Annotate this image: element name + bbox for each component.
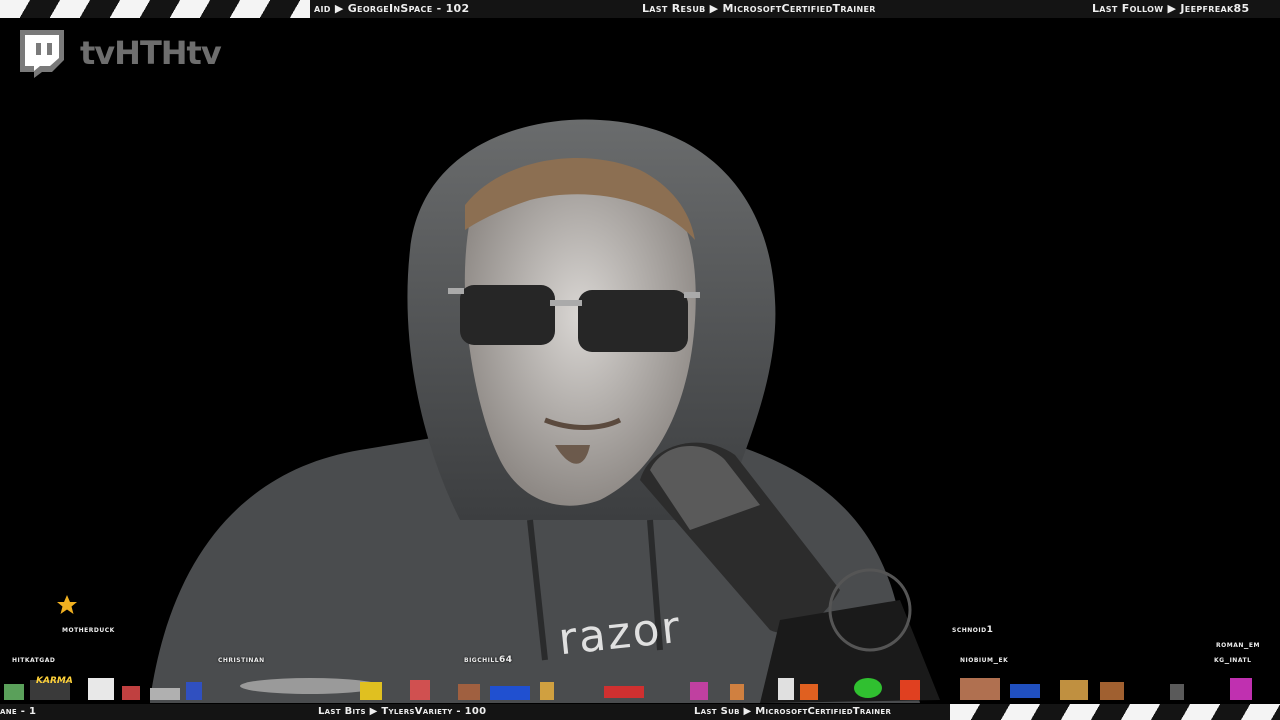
last-resub-text: Last Resub ▶ MicrosoftCertifiedTrainer [642,2,876,15]
chatter-name: christinan [218,655,265,665]
last-raid-text: aid ▶ GeorgeInSpace - 102 [314,2,470,15]
sunglasses-right [578,290,688,352]
star-icon [57,595,77,614]
channel-logo: tvHTHtv [16,28,222,78]
chatter-name: bigchill64 [464,655,513,665]
last-bits-text: Last Bits ▶ TylersVariety - 100 [318,706,487,717]
bottom-stripes [950,704,1280,720]
sprite-row [4,678,1252,700]
chatter-name: motherduck [62,625,115,635]
chatter-name: niobium_ek [960,655,1009,665]
last-sub-text: Last Sub ▶ MicrosoftCertifiedTrainer [694,706,892,717]
sunglasses-left [460,285,555,345]
left-fragment-text: ane - 1 [0,706,37,717]
bottom-ticker: ane - 1 Last Bits ▶ TylersVariety - 100 … [0,704,1280,720]
chatter-name: roman_em [1216,640,1260,650]
webcam-scene [150,119,940,703]
karma-badge: KARMA [36,676,73,686]
top-stripes [0,0,310,18]
chatter-name: hitkatgad [12,655,56,665]
chat-avatar-sprites [4,678,1252,700]
chatter-name: kg_inatl [1214,655,1252,665]
last-follow-text: Last Follow ▶ Jeepfreak85 [1092,2,1250,15]
top-ticker: aid ▶ GeorgeInSpace - 102 Last Resub ▶ M… [0,0,1280,18]
logo-text: tvHTHtv [80,34,222,72]
chatter-name: schnoid1 [952,625,994,635]
twitch-icon [20,30,64,78]
